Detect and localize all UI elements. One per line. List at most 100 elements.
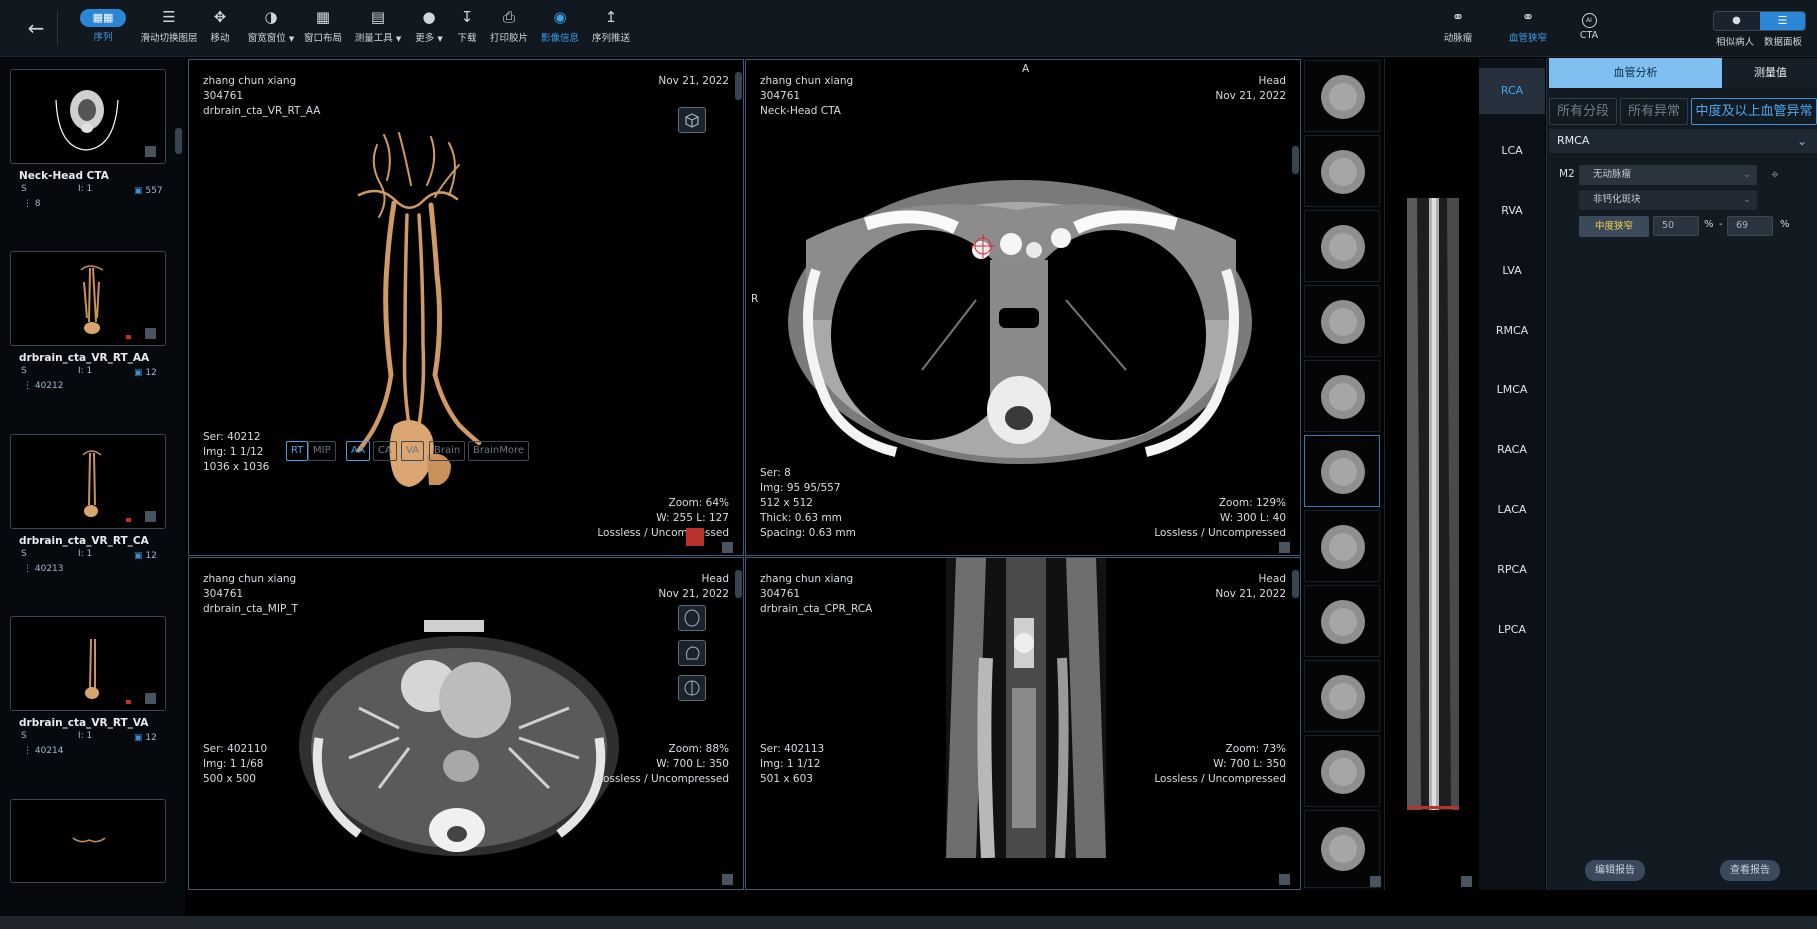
straightened-cpr-view[interactable] [1384, 58, 1478, 890]
cross-section-thumbnail[interactable] [1304, 810, 1380, 888]
cross-section-thumbnail[interactable] [1304, 135, 1380, 207]
chevron-down-icon[interactable]: ⌄ [1797, 129, 1807, 153]
cross-section-thumbnail[interactable] [1304, 585, 1380, 657]
mode-mip-button[interactable]: MIP [308, 441, 336, 461]
view-report-button[interactable]: 查看报告 [1720, 860, 1780, 881]
cross-section-thumbnail[interactable] [1304, 510, 1380, 582]
viewport-scrollbar[interactable] [1292, 570, 1299, 598]
brain-view-icon[interactable] [678, 605, 706, 631]
sidebar-scrollbar[interactable] [175, 128, 182, 154]
study-info: Head Nov 21, 2022 [1215, 75, 1286, 102]
scroll-layers-button[interactable]: ☰ 滑动切换图层 [138, 6, 200, 52]
aneurysm-button[interactable]: ⚭ 动脉瘤 [1441, 6, 1475, 52]
vessel-item-laca[interactable]: LACA [1479, 487, 1545, 533]
crosshair-icon[interactable] [971, 234, 995, 258]
edit-report-button[interactable]: 编辑报告 [1585, 860, 1645, 881]
viewport-axial[interactable]: zhang chun xiang 304761 Neck-Head CTA Head… [745, 59, 1301, 556]
orientation-left: R [751, 293, 759, 305]
plaque-select[interactable]: 非钙化斑块 ⌄ [1579, 190, 1757, 210]
viewport-scrollbar[interactable] [1292, 146, 1299, 174]
series-button[interactable]: ▦▦ 序列 [80, 6, 126, 52]
viewport-vr[interactable]: zhang chun xiang 304761 drbrain_cta_VR_RT_… [188, 59, 744, 556]
series-push-button[interactable]: ↥ 序列推送 [592, 6, 630, 52]
image-info-button[interactable]: ◉ 影像信息 [540, 6, 580, 52]
percent-label: % [1780, 219, 1790, 230]
cross-section-thumbnail[interactable] [1304, 285, 1380, 357]
mode-va-button[interactable]: VA [401, 441, 425, 461]
series-thumbnail[interactable] [10, 434, 166, 529]
vessel-item-rca[interactable]: RCA [1479, 68, 1545, 114]
vessel-item-rpca[interactable]: RPCA [1479, 547, 1545, 593]
stenosis-grade-badge[interactable]: 中度狭窄 [1579, 216, 1649, 237]
cross-section-thumbnail[interactable] [1304, 210, 1380, 282]
marker-icon[interactable] [686, 528, 704, 546]
viewport-scrollbar[interactable] [735, 570, 742, 598]
window-layout-button[interactable]: ▦ 窗口布局 [303, 6, 343, 52]
vessel-item-raca[interactable]: RACA [1479, 427, 1545, 473]
cross-section-thumbnail[interactable] [1304, 60, 1380, 132]
series-thumbnail[interactable] [10, 799, 166, 883]
series-thumbnail[interactable] [10, 69, 166, 164]
patient-info: zhang chun xiang 304761 drbrain_cta_MIP_T [203, 573, 298, 615]
download-button[interactable]: ↧ 下载 [454, 6, 480, 52]
filter-all-abnormal[interactable]: 所有异常 [1620, 98, 1688, 125]
viewport-mip[interactable]: zhang chun xiang 304761 drbrain_cta_MIP_T … [188, 557, 744, 890]
orientation-top: A [1022, 63, 1030, 75]
cross-section-thumbnail[interactable] [1304, 660, 1380, 732]
vessel-item-rmca[interactable]: RMCA [1479, 308, 1545, 354]
study-date: Nov 21, 2022 [658, 75, 729, 87]
grid-icon: ▦▦ [80, 9, 126, 27]
print-film-button[interactable]: ⎙ 打印胶片 [490, 6, 528, 52]
cta-button[interactable]: AI CTA [1576, 6, 1602, 52]
series-thumbnail[interactable] [10, 251, 166, 346]
more-button[interactable]: ● 更多 ▼ [413, 6, 445, 52]
similar-patients-label[interactable]: 相似病人 [1716, 34, 1754, 48]
vessel-item-lpca[interactable]: LPCA [1479, 607, 1545, 653]
stenosis-min-input[interactable]: 50 [1653, 216, 1699, 236]
mode-brainmore-button[interactable]: BrainMore [468, 441, 530, 461]
viewport-scrollbar[interactable] [735, 72, 742, 100]
list-icon[interactable]: ☰ [1760, 12, 1805, 30]
vessel-item-lmca[interactable]: LMCA [1479, 367, 1545, 413]
stenosis-button[interactable]: ⚭ 血管狭窄 [1508, 6, 1548, 52]
filter-all-segments[interactable]: 所有分段 [1549, 98, 1617, 125]
mode-aa-button[interactable]: AA [346, 441, 370, 461]
filter-moderate-above[interactable]: 中度及以上血管异常 [1691, 98, 1817, 125]
series-thumbnail[interactable] [10, 616, 166, 711]
mode-brain-button[interactable]: Brain [429, 441, 466, 461]
cross-section-thumbnail[interactable] [1304, 360, 1380, 432]
mode-toggle: ● ☰ [1713, 11, 1806, 31]
vessel-item-lva[interactable]: LVA [1479, 248, 1545, 294]
stenosis-max-input[interactable]: 69 [1727, 216, 1773, 236]
window-level-button[interactable]: ◑ 窗宽窗位 ▼ [242, 6, 300, 52]
chevron-down-icon: ⌄ [1743, 169, 1751, 180]
vessel-item-rva[interactable]: RVA [1479, 188, 1545, 234]
aneurysm-select[interactable]: 无动脉瘤 ⌄ [1579, 165, 1757, 185]
back-arrow-icon[interactable]: ← [22, 14, 50, 42]
mode-rt-button[interactable]: RT [286, 441, 309, 461]
cube-icon[interactable] [678, 107, 706, 133]
head-top-icon[interactable] [678, 675, 706, 701]
vessel-item-lca[interactable]: LCA [1479, 128, 1545, 174]
pan-button[interactable]: ✥ 移动 [206, 6, 234, 52]
head-side-icon[interactable] [678, 640, 706, 666]
locate-icon[interactable]: ⌖ [1766, 166, 1784, 184]
study-info: Head Nov 21, 2022 [1215, 573, 1286, 600]
display-info: Zoom: 73% W: 700 L: 350 Lossless / Uncompr… [1154, 743, 1286, 785]
coronal-ct-image [946, 558, 1106, 858]
tab-measurements[interactable]: 测量值 [1723, 58, 1817, 88]
cross-section-thumbnail[interactable] [1304, 735, 1380, 807]
user-icon[interactable]: ● [1714, 12, 1759, 30]
upload-icon: ↥ [604, 8, 618, 26]
cross-section-thumbnail-selected[interactable] [1304, 435, 1380, 507]
mode-ca-button[interactable]: CA [373, 441, 397, 461]
data-panel-label[interactable]: 数据面板 [1764, 34, 1802, 48]
viewport-cpr[interactable]: zhang chun xiang 304761 drbrain_cta_CPR_RC… [745, 557, 1301, 890]
series-info: Ser: 402113 Img: 1 1/12 501 x 603 [760, 743, 825, 785]
thumbnail-indicator [145, 146, 156, 157]
tab-vessel-analysis[interactable]: 血管分析 [1549, 58, 1722, 88]
measure-tools-button[interactable]: ▤ 测量工具 ▼ [354, 6, 402, 52]
top-toolbar: ← ▦▦ 序列 ☰ 滑动切换图层 ✥ 移动 ◑ 窗宽窗位 ▼ ▦ 窗口布局 ▤ … [0, 0, 1817, 57]
section-header[interactable]: RMCA ⌄ [1549, 129, 1817, 153]
move-icon: ✥ [213, 8, 227, 26]
